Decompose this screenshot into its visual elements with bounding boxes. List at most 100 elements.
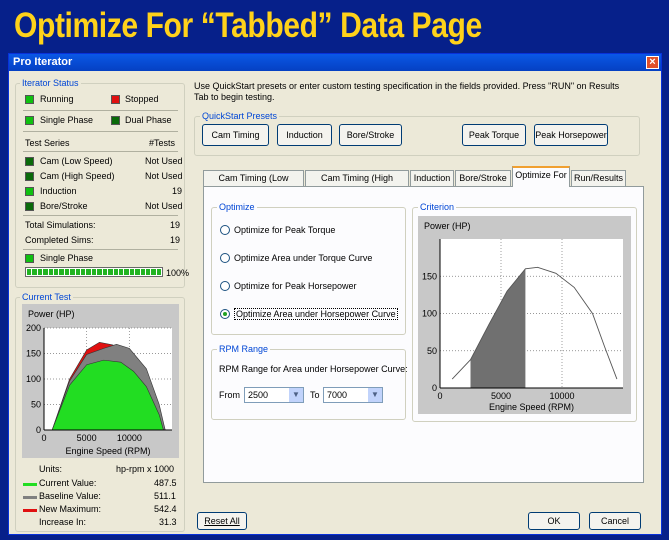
quickstart-label: QuickStart Presets bbox=[200, 111, 280, 121]
option-area-horsepower-label[interactable]: Optimize Area under Horsepower Curve bbox=[234, 308, 398, 320]
y-tick-label: 50 bbox=[427, 346, 437, 356]
divider bbox=[23, 110, 178, 111]
total-simulations-label: Total Simulations: bbox=[25, 220, 96, 230]
slide-title: Optimize For “Tabbed” Data Page bbox=[14, 6, 482, 45]
optimize-label: Optimize bbox=[217, 202, 257, 212]
baseline-value-label: Baseline Value: bbox=[39, 491, 101, 501]
title-bar[interactable]: Pro Iterator × bbox=[9, 54, 661, 71]
single-phase-label: Single Phase bbox=[40, 115, 94, 125]
test-series-header: Test Series bbox=[25, 138, 70, 148]
current-test-label: Current Test bbox=[20, 292, 73, 302]
option-area-torque-label[interactable]: Optimize Area under Torque Curve bbox=[234, 253, 372, 263]
completed-sims-label: Completed Sims: bbox=[25, 235, 94, 245]
to-rpm-value: 7000 bbox=[327, 390, 348, 400]
tests-count-header: #Tests bbox=[149, 138, 176, 148]
x-tick-label: 10000 bbox=[117, 433, 142, 443]
tab-induction[interactable]: Induction bbox=[410, 170, 454, 186]
radio-area-torque[interactable] bbox=[220, 253, 230, 263]
rpm-range-label: RPM Range bbox=[217, 344, 271, 354]
divider bbox=[23, 151, 178, 152]
divider bbox=[23, 249, 178, 250]
chevron-down-icon[interactable]: ▼ bbox=[368, 388, 382, 402]
new-maximum-legend-swatch bbox=[23, 509, 37, 512]
series-tests: Not Used bbox=[145, 201, 183, 211]
single-phase-indicator-icon bbox=[25, 116, 34, 125]
chart-title: Power (HP) bbox=[424, 221, 471, 231]
chart-title: Power (HP) bbox=[28, 309, 75, 319]
y-tick-label: 200 bbox=[26, 323, 41, 333]
iterator-status-label: Iterator Status bbox=[20, 78, 81, 88]
rpm-range-caption: RPM Range for Area under Horsepower Curv… bbox=[219, 364, 408, 374]
tab-cam-timing-low[interactable]: Cam Timing (Low Speed) bbox=[203, 170, 304, 197]
stopped-label: Stopped bbox=[125, 94, 159, 104]
tab-cam-timing-high[interactable]: Cam Timing (High Speed) bbox=[305, 170, 409, 197]
tab-bore-stroke[interactable]: Bore/Stroke bbox=[455, 170, 511, 186]
increase-value: 31.3 bbox=[159, 517, 177, 527]
intro-text: Use QuickStart presets or enter custom t… bbox=[194, 81, 620, 102]
series-indicator-icon bbox=[25, 202, 34, 211]
bore-stroke-button[interactable]: Bore/Stroke bbox=[339, 124, 402, 146]
chevron-down-icon[interactable]: ▼ bbox=[289, 388, 303, 402]
peak-torque-button[interactable]: Peak Torque bbox=[462, 124, 526, 146]
series-name: Cam (High Speed) bbox=[40, 171, 115, 181]
total-simulations-value: 19 bbox=[170, 220, 181, 230]
progress-bar bbox=[25, 267, 163, 277]
series-name: Cam (Low Speed) bbox=[40, 156, 113, 166]
cancel-button[interactable]: Cancel bbox=[589, 512, 641, 530]
reset-all-button[interactable]: Reset All bbox=[197, 512, 247, 530]
reset-all-label: Reset All bbox=[204, 516, 240, 526]
running-label: Running bbox=[40, 94, 74, 104]
cam-timing-button[interactable]: Cam Timing bbox=[202, 124, 269, 146]
new-maximum-label: New Maximum: bbox=[39, 504, 102, 514]
x-tick-label: 5000 bbox=[491, 391, 511, 401]
x-tick-label: 10000 bbox=[549, 391, 574, 401]
option-peak-torque-label[interactable]: Optimize for Peak Torque bbox=[234, 225, 335, 235]
from-rpm-value: 2500 bbox=[248, 390, 269, 400]
tab-optimize-for[interactable]: Optimize For bbox=[512, 166, 570, 187]
x-axis-label: Engine Speed (RPM) bbox=[489, 402, 574, 412]
series-tests: Not Used bbox=[145, 171, 183, 181]
to-rpm-select[interactable]: 7000 ▼ bbox=[323, 387, 383, 403]
current-value-label: Current Value: bbox=[39, 478, 97, 488]
series-indicator-icon bbox=[25, 172, 34, 181]
completed-sims-value: 19 bbox=[170, 235, 181, 245]
close-icon[interactable]: × bbox=[646, 56, 659, 69]
dual-phase-label: Dual Phase bbox=[125, 115, 172, 125]
induction-button[interactable]: Induction bbox=[277, 124, 332, 146]
y-tick-label: 150 bbox=[422, 271, 437, 281]
series-name: Induction bbox=[40, 186, 77, 196]
radio-peak-horsepower[interactable] bbox=[220, 281, 230, 291]
criterion-chart: Power (HP) Engine Speed (RPM) 0 50 100 150 0 50… bbox=[418, 216, 631, 414]
dual-phase-indicator-icon bbox=[111, 116, 120, 125]
increase-label: Increase In: bbox=[39, 517, 87, 527]
radio-peak-torque[interactable] bbox=[220, 225, 230, 235]
from-rpm-select[interactable]: 2500 ▼ bbox=[244, 387, 304, 403]
series-indicator-icon bbox=[25, 157, 34, 166]
x-tick-label: 0 bbox=[41, 433, 46, 443]
divider bbox=[23, 131, 178, 132]
radio-area-horsepower[interactable] bbox=[220, 309, 230, 319]
peak-horsepower-button[interactable]: Peak Horsepower bbox=[534, 124, 608, 146]
baseline-value: 511.1 bbox=[154, 491, 176, 501]
baseline-legend-swatch bbox=[23, 496, 37, 499]
progress-percent: 100% bbox=[166, 268, 190, 278]
criterion-label: Criterion bbox=[418, 202, 457, 212]
series-tests: Not Used bbox=[145, 156, 183, 166]
y-tick-label: 100 bbox=[26, 374, 41, 384]
y-tick-label: 50 bbox=[31, 400, 41, 410]
x-tick-label: 0 bbox=[437, 391, 442, 401]
stopped-indicator-icon bbox=[111, 95, 120, 104]
units-label: Units: bbox=[39, 464, 63, 474]
y-tick-label: 0 bbox=[36, 425, 41, 435]
ok-button[interactable]: OK bbox=[528, 512, 580, 530]
option-peak-horsepower-label[interactable]: Optimize for Peak Horsepower bbox=[234, 281, 357, 291]
tab-run-results[interactable]: Run/Results bbox=[571, 170, 626, 186]
from-label: From bbox=[219, 390, 240, 400]
x-tick-label: 5000 bbox=[77, 433, 97, 443]
phase-label: Single Phase bbox=[40, 253, 94, 263]
y-tick-label: 0 bbox=[432, 383, 437, 393]
series-name: Bore/Stroke bbox=[40, 201, 88, 211]
series-tests: 19 bbox=[172, 186, 183, 196]
series-indicator-icon bbox=[25, 187, 34, 196]
phase-indicator-icon bbox=[25, 254, 34, 263]
